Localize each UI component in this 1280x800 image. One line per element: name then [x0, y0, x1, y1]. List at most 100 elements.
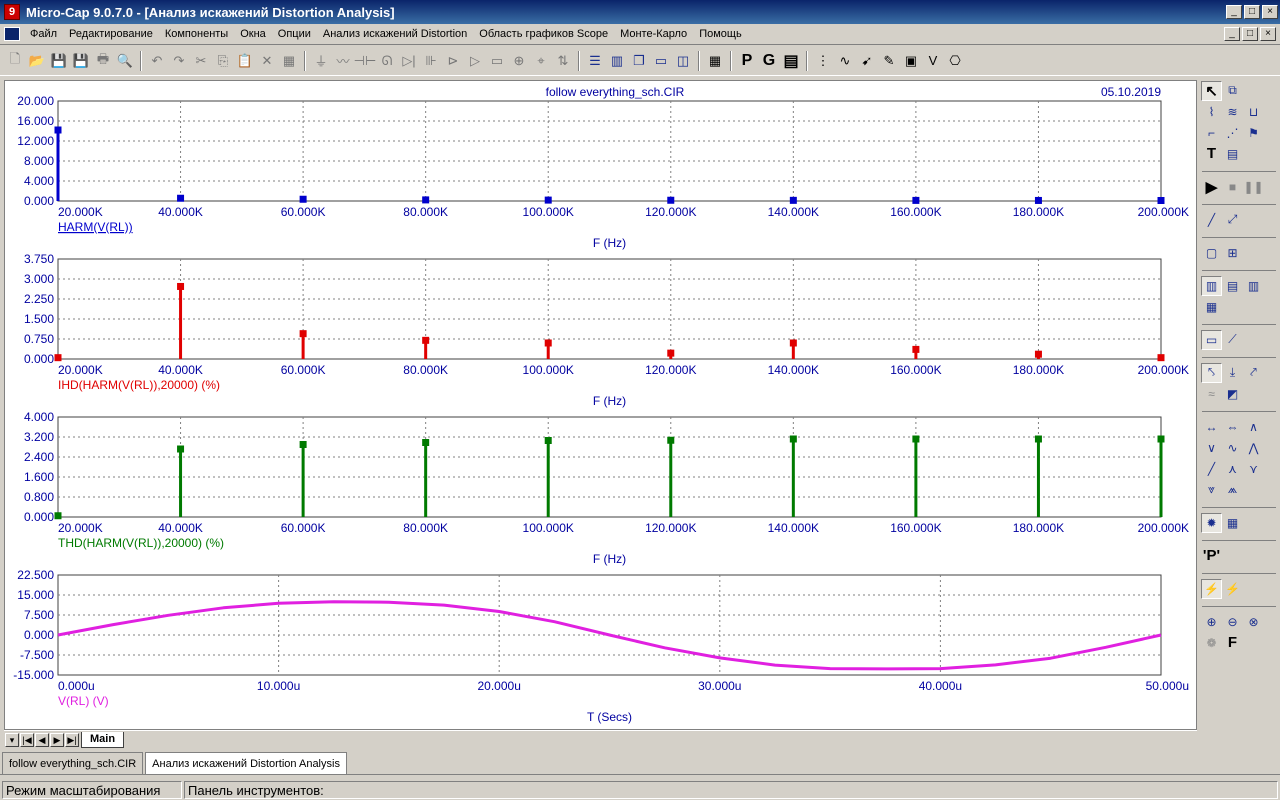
opamp-icon[interactable]: ▷ — [464, 50, 486, 72]
sheet-tab-main[interactable]: Main — [81, 731, 125, 748]
probe-icon[interactable]: ⌖ — [530, 50, 552, 72]
maximize-button[interactable]: □ — [1244, 5, 1260, 19]
info-mode-icon[interactable]: ▤ — [1222, 144, 1243, 164]
macro-icon[interactable]: ▭ — [486, 50, 508, 72]
last-sheet-button[interactable]: ▶| — [65, 732, 79, 747]
next-sheet-button[interactable]: ▶ — [50, 732, 64, 747]
cut-icon[interactable]: ✂ — [190, 50, 212, 72]
preferences-icon[interactable]: ▣ — [900, 50, 922, 72]
probe-left-icon[interactable]: ⚡ — [1201, 578, 1222, 599]
window-icon[interactable]: ▭ — [650, 50, 672, 72]
track-icon[interactable]: ≈ — [1201, 384, 1222, 404]
split-icon[interactable]: ◫ — [672, 50, 694, 72]
select-mode-icon[interactable]: ↖ — [1201, 80, 1222, 101]
document-menu-icon[interactable] — [4, 27, 20, 41]
menu-monte-carlo[interactable]: Монте-Карло — [614, 28, 693, 40]
copy-icon[interactable]: ⎘ — [212, 50, 234, 72]
baseline-icon[interactable]: ▭ — [1201, 329, 1222, 350]
graph-scale-icon[interactable]: G — [758, 50, 780, 72]
menu-components[interactable]: Компоненты — [159, 28, 234, 40]
prev-sheet-button[interactable]: ◀ — [35, 732, 49, 747]
cursor-left-icon[interactable]: ⤣ — [1201, 362, 1222, 383]
title-mode-icon[interactable]: T — [1201, 144, 1222, 164]
print-preview-icon[interactable]: 🔍 — [114, 50, 136, 72]
trace-mode-icon[interactable]: ⊔ — [1243, 102, 1264, 122]
peak-icon[interactable]: ↔ — [1201, 417, 1222, 437]
app-icon[interactable]: 9 — [4, 4, 20, 20]
wire-mode-icon[interactable]: ⌇ — [1201, 102, 1222, 122]
frame-icon[interactable]: ▢ — [1201, 243, 1222, 263]
minor-grid-icon[interactable]: ▥ — [1201, 275, 1222, 296]
component-mode-icon[interactable]: ⧉ — [1222, 81, 1243, 101]
tile-vertical-icon[interactable]: ▥ — [606, 50, 628, 72]
menu-file[interactable]: Файл — [24, 28, 63, 40]
close-button[interactable]: × — [1262, 5, 1278, 19]
global-low-icon[interactable]: ⋎ — [1243, 459, 1264, 479]
open-icon[interactable]: 📂 — [26, 50, 48, 72]
pen-icon[interactable]: ✎ — [878, 50, 900, 72]
valley-icon[interactable]: ⇔ — [1222, 417, 1243, 437]
calculator-icon[interactable]: ▦ — [704, 50, 726, 72]
switch-icon[interactable]: ⇅ — [552, 50, 574, 72]
delete-icon[interactable]: ✕ — [256, 50, 278, 72]
global-high-icon[interactable]: ⋏ — [1222, 459, 1243, 479]
menu-windows[interactable]: Окна — [234, 28, 272, 40]
doc-close-button[interactable]: × — [1260, 27, 1276, 41]
plot-area[interactable]: follow everything_sch.CIR 05.10.2019 0.0… — [4, 80, 1197, 730]
doc-tab-analysis[interactable]: Анализ искажений Distortion Analysis — [145, 752, 347, 774]
page-scale-icon[interactable]: P — [736, 50, 758, 72]
doc-restore-button[interactable]: □ — [1242, 27, 1258, 41]
undo-icon[interactable]: ↶ — [146, 50, 168, 72]
horizontal-icon[interactable]: ⟋ — [1222, 330, 1243, 350]
probe-right-icon[interactable]: ⚡ — [1222, 579, 1243, 599]
menu-options[interactable]: Опции — [272, 28, 317, 40]
color-icon[interactable]: ❁ — [1201, 633, 1222, 653]
point-icon[interactable]: ⩕ — [1222, 480, 1243, 500]
resistor-icon[interactable]: 〰 — [332, 50, 354, 72]
grid-text-icon[interactable]: ▥ — [1243, 276, 1264, 296]
table-view-icon[interactable]: ▦ — [1222, 513, 1243, 533]
line-icon[interactable]: ╱ — [1201, 210, 1222, 230]
bus-mode-icon[interactable]: ≋ — [1222, 102, 1243, 122]
text-mode-icon[interactable]: ⌐ — [1201, 123, 1222, 143]
top-icon[interactable]: ⋀ — [1243, 438, 1264, 458]
new-icon[interactable]: 🗋 — [4, 50, 26, 72]
run-icon[interactable]: ▶ — [1201, 177, 1222, 197]
scale-icon[interactable]: ◩ — [1222, 384, 1243, 404]
source-icon[interactable]: ⊕ — [508, 50, 530, 72]
stop-icon[interactable]: ■ — [1222, 177, 1243, 197]
doc-tab-schematic[interactable]: follow everything_sch.CIR — [2, 752, 144, 774]
tile-horizontal-icon[interactable]: ☰ — [584, 50, 606, 72]
low-icon[interactable]: ∨ — [1201, 438, 1222, 458]
menu-help[interactable]: Помощь — [693, 28, 748, 40]
slope-icon[interactable]: ⩔ — [1201, 480, 1222, 500]
minimize-button[interactable]: _ — [1226, 5, 1242, 19]
inflection-icon[interactable]: ∿ — [1222, 438, 1243, 458]
add-text-icon[interactable]: ✹ — [1201, 512, 1222, 533]
diode-icon[interactable]: ▷| — [398, 50, 420, 72]
pause-icon[interactable]: ❚❚ — [1243, 177, 1264, 197]
doc-minimize-button[interactable]: _ — [1224, 27, 1240, 41]
menu-scope[interactable]: Область графиков Scope — [473, 28, 614, 40]
paste-icon[interactable]: 📋 — [234, 50, 256, 72]
ground-icon[interactable]: ⏚ — [310, 50, 332, 72]
graphics-mode-icon[interactable]: ⋰ — [1222, 123, 1243, 143]
table-icon[interactable]: ▤ — [780, 50, 802, 72]
zoom-box-icon[interactable]: ⊗ — [1243, 612, 1264, 632]
probe-tool-icon[interactable]: ➹ — [856, 50, 878, 72]
axis-grid-icon[interactable]: ▦ — [1201, 297, 1222, 317]
menu-edit[interactable]: Редактирование — [63, 28, 159, 40]
print-icon[interactable]: 🖶 — [92, 50, 114, 72]
capacitor-icon[interactable]: ⊣⊢ — [354, 50, 377, 72]
bottom-icon[interactable]: ╱ — [1201, 459, 1222, 479]
major-grid-icon[interactable]: ▤ — [1222, 276, 1243, 296]
first-sheet-button[interactable]: |◀ — [20, 732, 34, 747]
inductor-icon[interactable]: ᘏ — [376, 50, 398, 72]
cursor-right-icon[interactable]: ⤤ — [1243, 363, 1264, 383]
save-icon[interactable]: 💾 — [48, 50, 70, 72]
select-all-icon[interactable]: ▦ — [278, 50, 300, 72]
cursor-down-icon[interactable]: ⤓ — [1222, 363, 1243, 383]
line-point-icon[interactable]: ⤢ — [1222, 210, 1243, 230]
cascade-icon[interactable]: ❐ — [628, 50, 650, 72]
grid-icon[interactable]: ⊞ — [1222, 243, 1243, 263]
